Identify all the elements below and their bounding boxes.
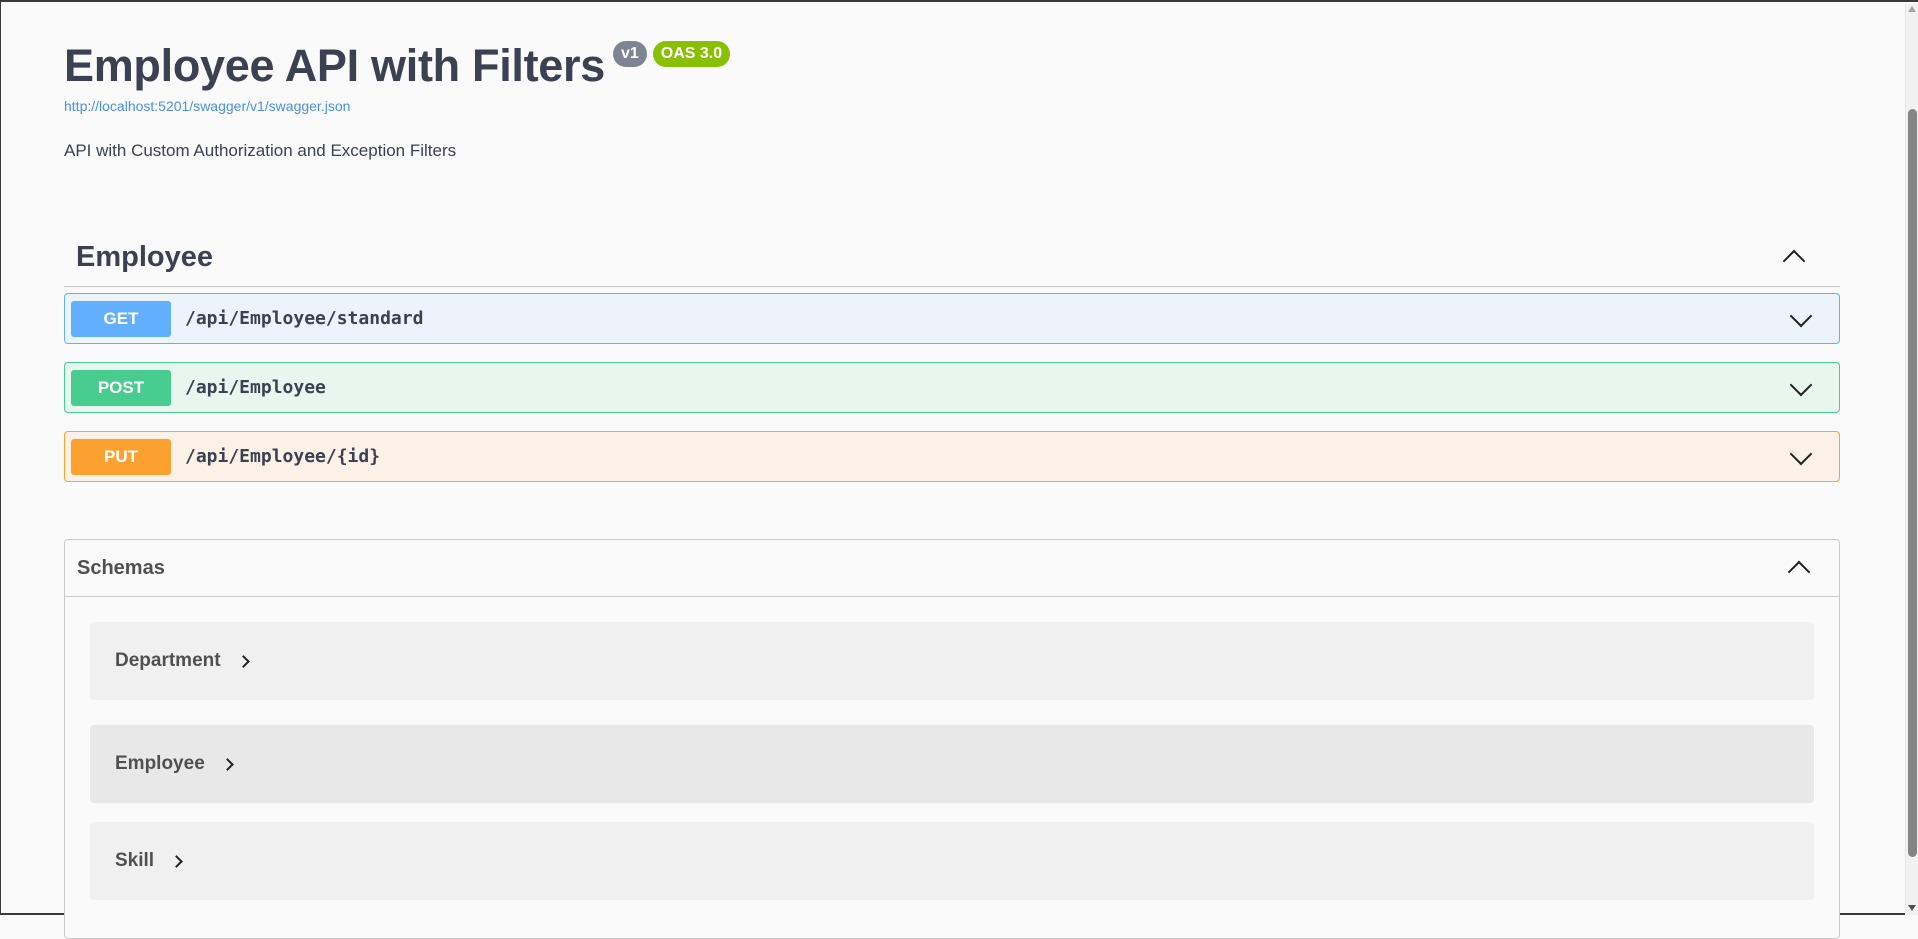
scroll-up-arrow-icon[interactable] — [1908, 6, 1916, 12]
model-employee[interactable]: Employee — [90, 725, 1814, 803]
chevron-down-icon[interactable] — [1789, 373, 1813, 397]
spec-json-link[interactable]: http://localhost:5201/swagger/v1/swagger… — [64, 98, 350, 114]
chevron-right-icon[interactable] — [220, 757, 234, 771]
model-name: Skill — [115, 850, 155, 871]
browser-viewport: Employee API with Filters v1 OAS 3.0 htt… — [0, 0, 1918, 939]
operation-path: /api/Employee/standard — [185, 308, 424, 329]
version-badge: v1 — [612, 41, 647, 67]
schemas-header[interactable]: Schemas — [65, 540, 1839, 597]
model-name: Department — [115, 650, 221, 671]
method-badge-post: POST — [71, 369, 171, 406]
schemas-section: Schemas Department Employee Skill — [64, 539, 1840, 939]
scroll-thumb[interactable] — [1908, 109, 1917, 857]
chevron-right-icon[interactable] — [236, 654, 250, 668]
scroll-down-arrow-icon[interactable] — [1908, 905, 1916, 911]
operation-put-employee-id[interactable]: PUT /api/Employee/{id} — [64, 431, 1840, 482]
operation-path: /api/Employee/{id} — [185, 446, 381, 467]
info-header: Employee API with Filters v1 OAS 3.0 — [64, 40, 731, 92]
model-skill[interactable]: Skill — [90, 822, 1814, 900]
api-title: Employee API with Filters — [64, 40, 605, 91]
model-department[interactable]: Department — [90, 622, 1814, 700]
operation-get-employee-standard[interactable]: GET /api/Employee/standard — [64, 293, 1840, 344]
chevron-right-icon[interactable] — [170, 854, 183, 868]
operation-path: /api/Employee — [185, 377, 326, 398]
vertical-scrollbar[interactable] — [1905, 4, 1918, 915]
operation-post-employee[interactable]: POST /api/Employee — [64, 362, 1840, 413]
api-description: API with Custom Authorization and Except… — [64, 141, 457, 160]
chevron-down-icon[interactable] — [1789, 304, 1813, 328]
method-badge-put: PUT — [71, 438, 171, 475]
chevron-up-icon[interactable] — [1787, 560, 1811, 584]
schemas-title: Schemas — [77, 556, 165, 579]
chevron-down-icon[interactable] — [1789, 442, 1813, 466]
method-badge-get: GET — [71, 300, 171, 337]
oas-badge: OAS 3.0 — [652, 41, 731, 67]
tag-name: Employee — [76, 240, 213, 273]
tag-section-employee[interactable]: Employee — [64, 228, 1840, 287]
chevron-up-icon[interactable] — [1782, 249, 1806, 273]
model-name: Employee — [115, 753, 205, 774]
